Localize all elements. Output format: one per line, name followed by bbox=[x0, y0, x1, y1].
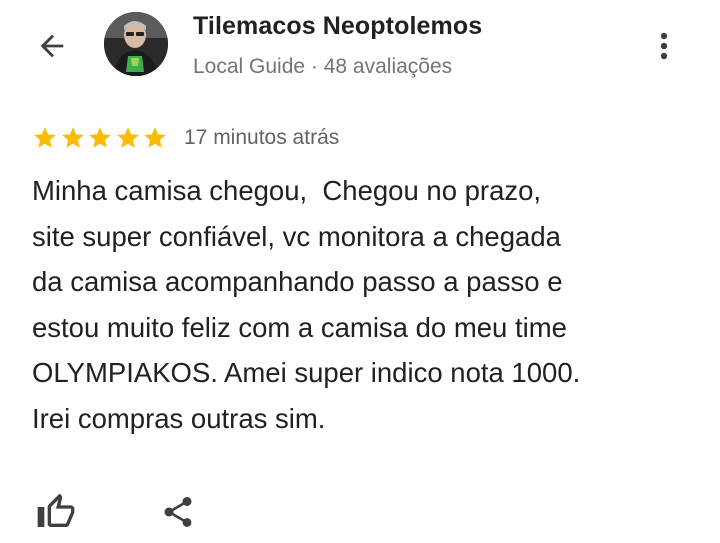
reviewer-meta: Local Guide · 48 avaliações bbox=[193, 55, 453, 78]
share-icon bbox=[164, 497, 192, 527]
star-icon bbox=[34, 127, 56, 148]
more-vert-icon bbox=[660, 32, 668, 60]
reviewer-name[interactable]: Tilemacos Neoptolemos bbox=[193, 12, 482, 41]
avatar[interactable] bbox=[104, 12, 168, 76]
star-rating bbox=[32, 124, 170, 152]
review-text-line: site super confiável, vc monitora a cheg… bbox=[32, 220, 561, 252]
star-icon bbox=[144, 127, 166, 148]
review-text-line: da camisa acompanhando passo a passo e bbox=[32, 266, 563, 297]
arrow-back-icon bbox=[40, 34, 64, 58]
reviewer-photo bbox=[104, 12, 168, 76]
review-text-line: estou muito feliz com a camisa do meu ti… bbox=[32, 311, 567, 343]
more-options-button[interactable] bbox=[650, 26, 678, 66]
share-button[interactable] bbox=[156, 490, 200, 534]
star-icon bbox=[116, 127, 139, 148]
star-icon bbox=[89, 127, 111, 148]
review-text-line: Irei compras outras sim. bbox=[32, 402, 326, 434]
review-text-line: OLYMPIAKOS. Amei super indico nota 1000. bbox=[32, 357, 581, 388]
review-text-line: Minha camisa chegou, Chegou no prazo, bbox=[32, 175, 542, 206]
review-time: 17 minutos atrás bbox=[184, 126, 340, 149]
back-button[interactable] bbox=[32, 26, 72, 66]
like-button[interactable] bbox=[34, 490, 78, 534]
star-icon bbox=[61, 127, 84, 148]
thumb-up-icon bbox=[37, 493, 75, 527]
review-text: Minha camisa chegou, Chegou no prazo, si… bbox=[32, 168, 692, 441]
